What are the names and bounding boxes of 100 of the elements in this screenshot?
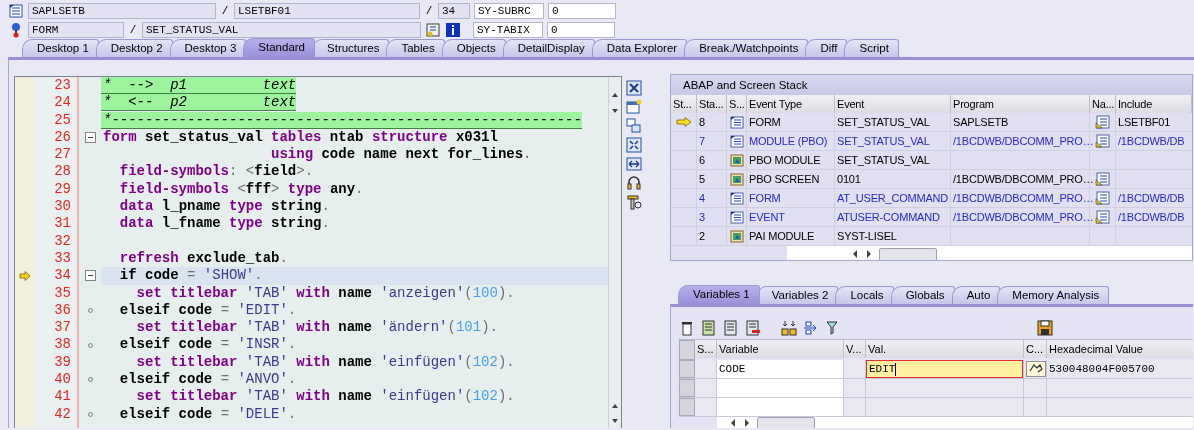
- scroll-down-icon[interactable]: [610, 107, 620, 115]
- navigate-icon[interactable]: [1095, 210, 1111, 224]
- maximize-icon[interactable]: [626, 137, 642, 153]
- column-header[interactable]: C...: [1024, 340, 1047, 358]
- table-row[interactable]: 6 PBO MODULE SET_STATUS_VAL: [671, 151, 1192, 170]
- scroll-thumb[interactable]: [757, 417, 815, 428]
- table-cell-text: EVENT: [748, 210, 786, 225]
- tab[interactable]: Standard: [243, 38, 316, 57]
- table-cell-text: 4: [698, 191, 706, 206]
- column-header[interactable]: Val.: [866, 340, 1024, 358]
- panel-title: ABAP and Screen Stack: [671, 75, 1192, 95]
- tab[interactable]: Break./Watchpoints: [684, 39, 809, 57]
- tab[interactable]: DetailDisplay: [502, 39, 595, 57]
- scroll-left-icon[interactable]: [729, 418, 737, 428]
- tab[interactable]: Data Explorer: [591, 39, 688, 57]
- tab[interactable]: Objects: [441, 39, 506, 57]
- separator: /: [424, 5, 434, 17]
- tab[interactable]: Memory Analysis: [997, 286, 1110, 304]
- scrollbar[interactable]: [608, 77, 621, 428]
- table-cell-text: PAI MODULE: [748, 229, 816, 244]
- scroll-down-icon[interactable]: [610, 417, 620, 425]
- line-number: 24: [53, 94, 71, 112]
- code-line: set titlebar 'TAB' with name 'anzeigen'(100).: [135, 284, 515, 302]
- column-header[interactable]: Include: [1116, 95, 1192, 113]
- scroll-thumb[interactable]: [879, 247, 937, 261]
- headset-icon[interactable]: [626, 175, 642, 191]
- table-row[interactable]: 4 FORM AT_USER_COMMAND /1BCDWB/DBCOMM_PRO… /1BCDWB/DB: [671, 189, 1192, 208]
- line-number: 26: [53, 128, 71, 147]
- column-header[interactable]: Hexadecimal Value: [1047, 340, 1193, 358]
- close-icon[interactable]: [626, 80, 642, 96]
- horizontal-scrollbar[interactable]: [787, 246, 1192, 261]
- tab[interactable]: Locals: [835, 286, 894, 304]
- variable-name-field[interactable]: SY-SUBRC: [474, 3, 544, 19]
- new-window-icon[interactable]: [626, 99, 642, 115]
- table-cell-text: /1BCDWB/DB: [1117, 191, 1186, 206]
- column-header[interactable]: Na...: [1090, 95, 1116, 113]
- input-field[interactable]: [717, 398, 843, 416]
- list-icon[interactable]: [701, 320, 717, 336]
- line-number: 30: [53, 198, 71, 216]
- table-row[interactable]: CODE EDIT 530048004F005700: [679, 360, 1193, 379]
- column-header[interactable]: Event: [835, 95, 951, 113]
- horizontal-scrollbar[interactable]: [717, 417, 1193, 428]
- list-remove-icon[interactable]: [745, 320, 761, 336]
- list-export-icon[interactable]: [723, 320, 739, 336]
- table-cell-text: 6: [698, 153, 706, 168]
- value-field[interactable]: EDIT: [866, 360, 1023, 378]
- tab[interactable]: Desktop 2: [95, 39, 173, 57]
- tab[interactable]: Desktop 1: [22, 39, 99, 57]
- tab[interactable]: Diff: [805, 39, 848, 57]
- column-header[interactable]: Sta...: [697, 95, 727, 113]
- expand-width-icon[interactable]: [626, 156, 642, 172]
- column-header[interactable]: S...: [695, 340, 717, 358]
- table-cell-text: ATUSER-COMMAND: [836, 210, 941, 225]
- tab[interactable]: Script: [844, 39, 899, 57]
- table-cell-text: 2: [698, 229, 706, 244]
- table-row[interactable]: 7 MODULE (PBO) SET_STATUS_VAL /1BCDWB/DBCOMM_PRO… /1BCDWB/DB: [671, 132, 1192, 151]
- scroll-up-icon[interactable]: [610, 402, 620, 410]
- info-icon[interactable]: [445, 22, 461, 38]
- tab[interactable]: Structures: [312, 39, 390, 57]
- table-cell-text: 7: [698, 134, 706, 149]
- collapse-icon[interactable]: [84, 270, 96, 282]
- scroll-right-icon[interactable]: [865, 249, 873, 259]
- table-row[interactable]: 2 PAI MODULE SYST-LISEL: [671, 227, 1192, 246]
- separator: /: [128, 24, 138, 36]
- column-header[interactable]: Event Type: [747, 95, 835, 113]
- navigate-icon[interactable]: [1095, 134, 1111, 148]
- code-editor[interactable]: [14, 76, 622, 428]
- sort-icon[interactable]: [781, 320, 797, 336]
- collapse-icon[interactable]: [84, 132, 96, 144]
- column-header[interactable]: Program: [951, 95, 1090, 113]
- line-number: 35: [53, 284, 71, 302]
- filter-icon[interactable]: [825, 320, 841, 336]
- line-number: 42: [53, 405, 71, 423]
- scroll-up-icon[interactable]: [610, 91, 620, 99]
- tab[interactable]: Auto: [951, 286, 1001, 304]
- windows-icon[interactable]: [626, 118, 642, 134]
- navigate-icon[interactable]: [1095, 191, 1111, 205]
- column-header[interactable]: St...: [671, 95, 697, 113]
- navigate-icon[interactable]: [1095, 115, 1111, 129]
- scroll-right-icon[interactable]: [743, 418, 751, 428]
- save-icon[interactable]: [1037, 320, 1053, 336]
- column-header[interactable]: V...: [844, 340, 866, 358]
- input-field[interactable]: [717, 379, 843, 397]
- select-all-cell[interactable]: [679, 340, 695, 360]
- navigate-icon[interactable]: [1095, 172, 1111, 186]
- line-number: 23: [53, 77, 71, 95]
- table-row[interactable]: 5 PBO SCREEN 0101 /1BCDWB/DBCOMM_PRO…: [671, 170, 1192, 189]
- column-header[interactable]: Variable: [717, 340, 844, 358]
- tab[interactable]: Tables: [386, 39, 445, 57]
- scroll-left-icon[interactable]: [851, 249, 859, 259]
- tools-icon[interactable]: [626, 194, 642, 210]
- table-row[interactable]: 8 FORM SET_STATUS_VAL SAPLSETB LSETBF01: [671, 113, 1192, 132]
- tab[interactable]: Globals: [890, 286, 955, 304]
- delete-icon[interactable]: [679, 320, 695, 336]
- input-field[interactable]: CODE: [717, 360, 843, 378]
- tab[interactable]: Desktop 3: [169, 39, 247, 57]
- tab[interactable]: Variables 1: [678, 285, 760, 304]
- table-row[interactable]: 3 EVENT ATUSER-COMMAND /1BCDWB/DBCOMM_PRO… /1BCDWB/DB: [671, 208, 1192, 227]
- variable-name-field[interactable]: SY-TABIX: [473, 22, 543, 38]
- column-header[interactable]: S...: [727, 95, 747, 113]
